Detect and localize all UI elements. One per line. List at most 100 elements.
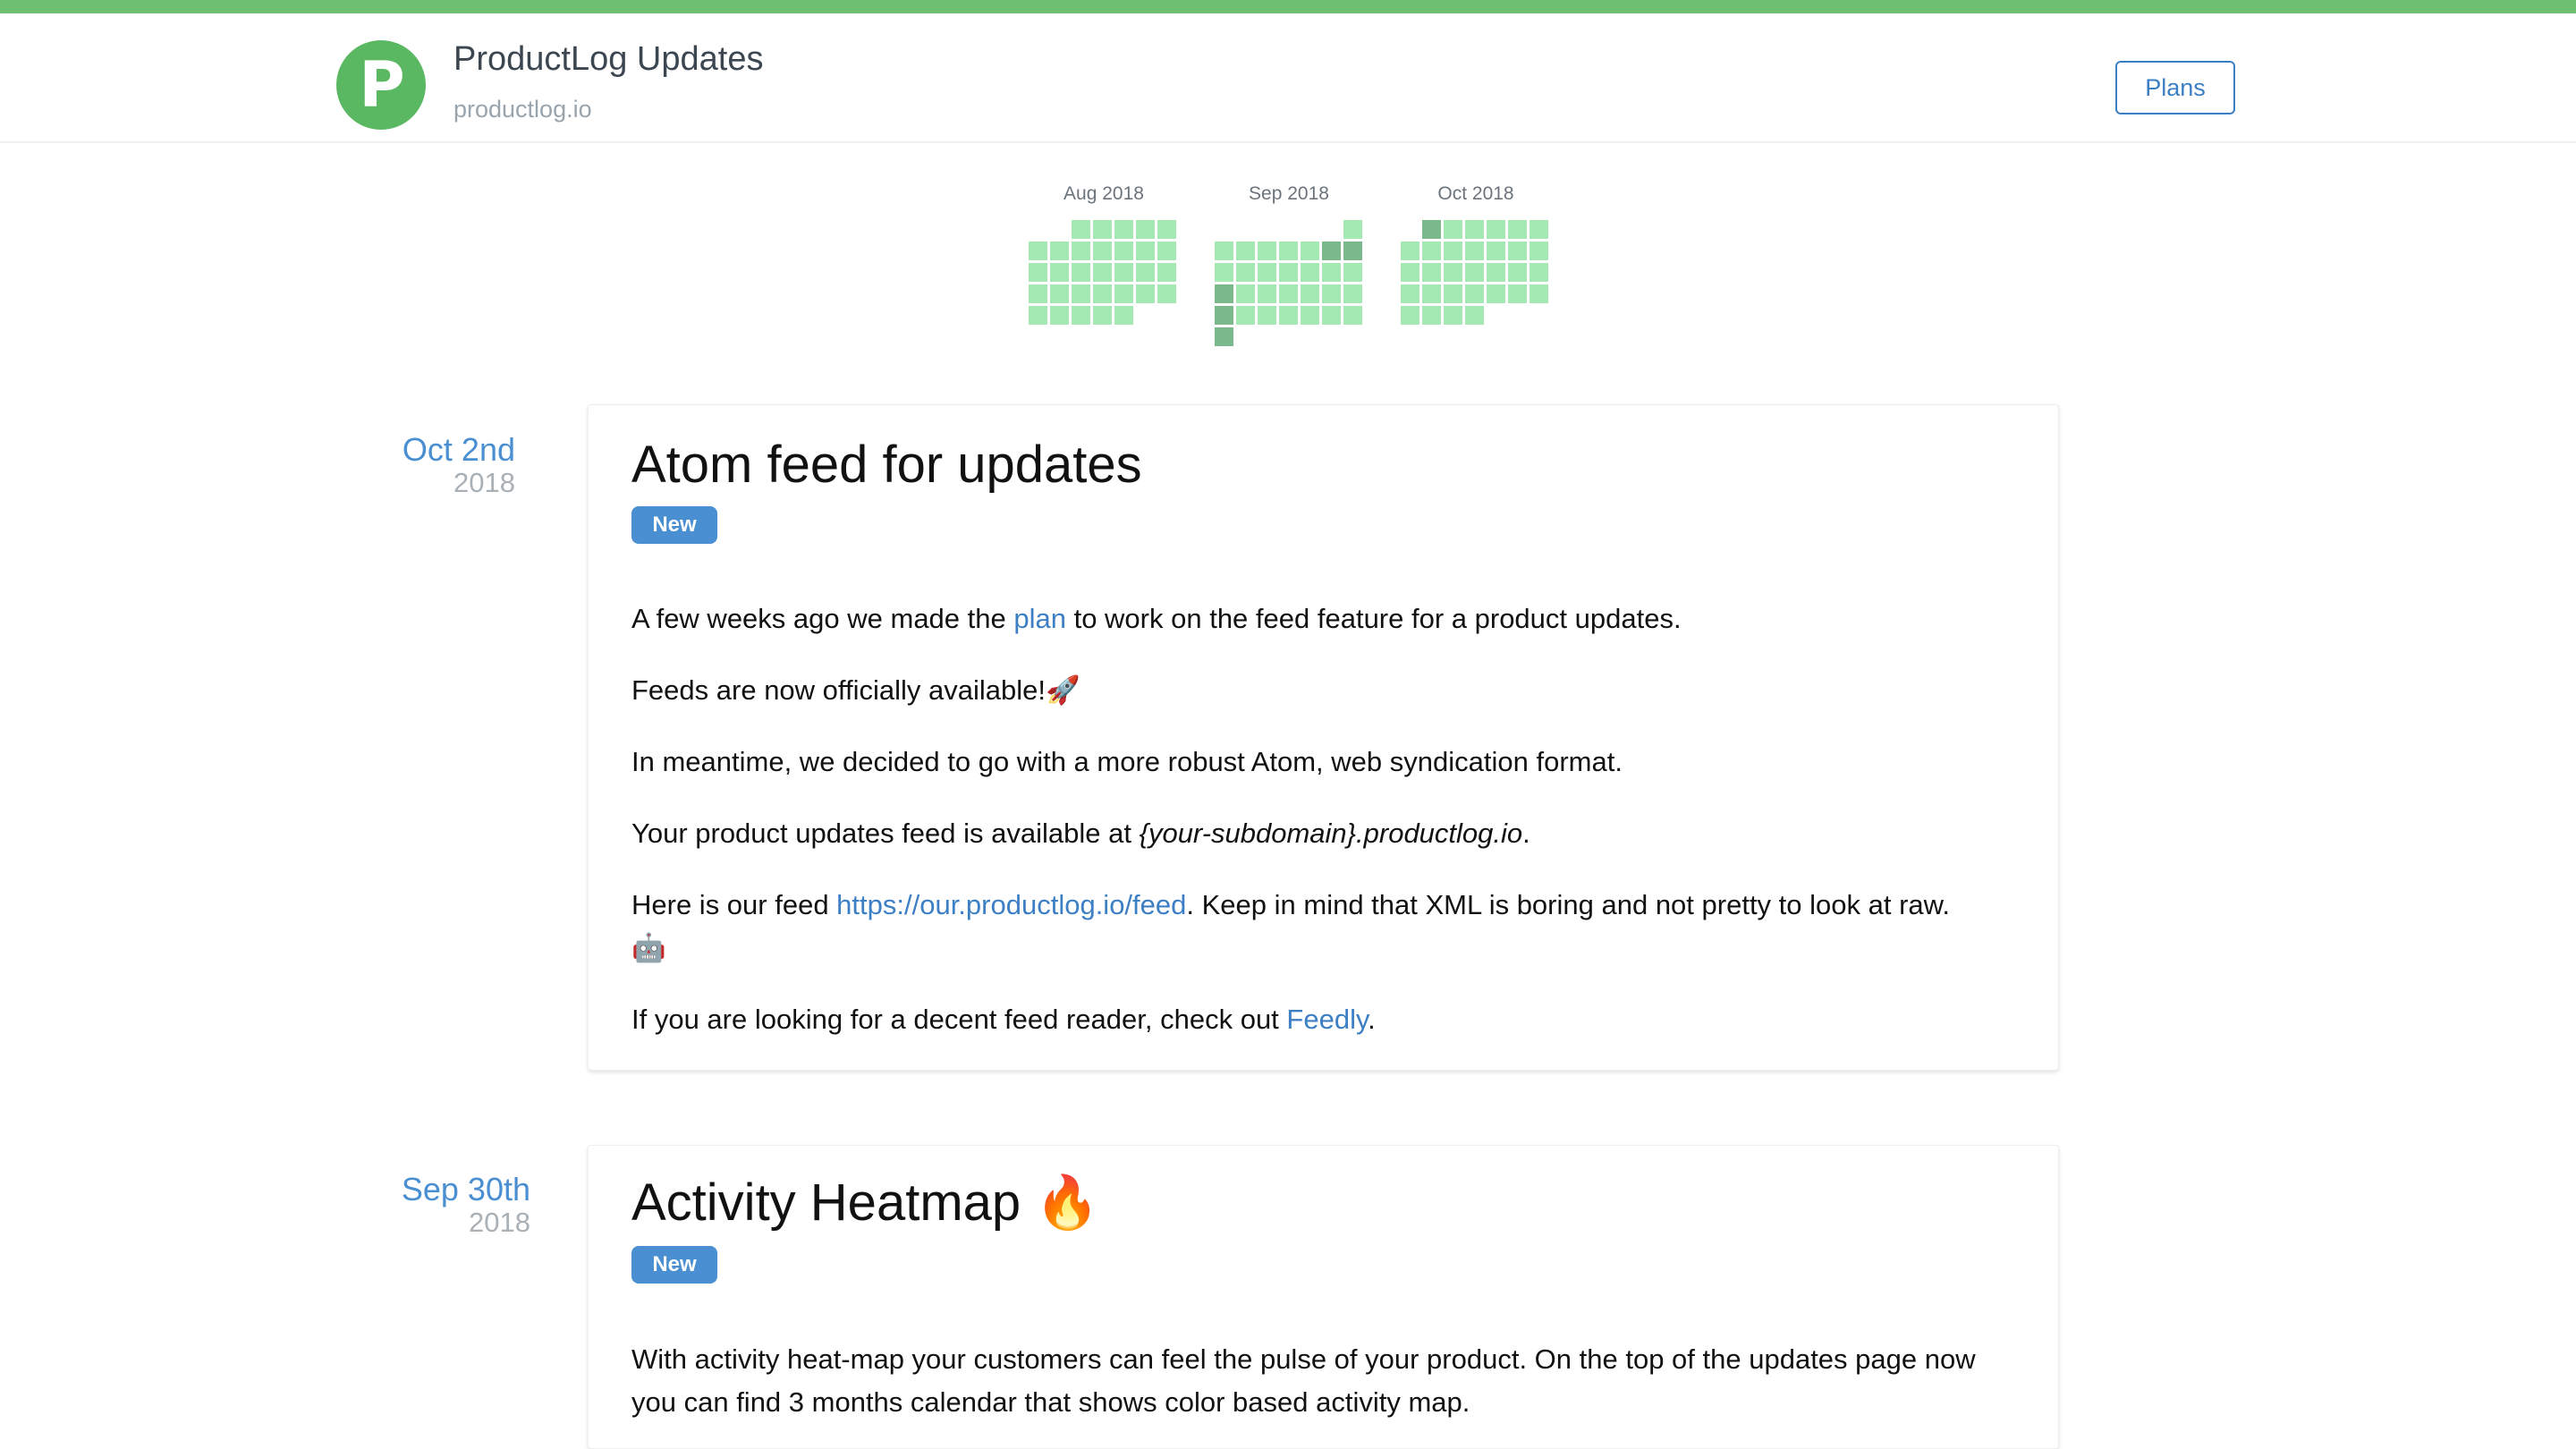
- heatmap-day-cell[interactable]: [1215, 327, 1233, 346]
- heatmap-day-cell[interactable]: [1508, 263, 1527, 282]
- heatmap-day-cell[interactable]: [1444, 284, 1462, 303]
- heatmap-day-cell[interactable]: [1444, 263, 1462, 282]
- heatmap-day-cell[interactable]: [1322, 306, 1341, 325]
- heatmap-day-cell[interactable]: [1072, 242, 1090, 260]
- heatmap-day-cell[interactable]: [1465, 220, 1484, 239]
- heatmap-day-cell[interactable]: [1422, 242, 1441, 260]
- heatmap-day-cell[interactable]: [1258, 242, 1276, 260]
- heatmap-day-cell[interactable]: [1157, 220, 1176, 239]
- heatmap-day-cell[interactable]: [1029, 263, 1047, 282]
- heatmap-day-cell[interactable]: [1258, 284, 1276, 303]
- heatmap-day-cell[interactable]: [1422, 220, 1441, 239]
- heatmap-day-cell[interactable]: [1029, 242, 1047, 260]
- heatmap-day-cell[interactable]: [1236, 284, 1255, 303]
- heatmap-day-cell[interactable]: [1487, 220, 1505, 239]
- heatmap-day-cell[interactable]: [1093, 263, 1112, 282]
- heatmap-day-cell[interactable]: [1343, 306, 1362, 325]
- heatmap-day-cell[interactable]: [1401, 284, 1419, 303]
- heatmap-day-cell[interactable]: [1279, 242, 1298, 260]
- heatmap-day-cell[interactable]: [1072, 263, 1090, 282]
- heatmap-day-cell[interactable]: [1093, 242, 1112, 260]
- heatmap-day-cell[interactable]: [1258, 263, 1276, 282]
- heatmap-day-cell[interactable]: [1093, 284, 1112, 303]
- heatmap-day-cell[interactable]: [1465, 263, 1484, 282]
- heatmap-day-cell[interactable]: [1401, 242, 1419, 260]
- heatmap-day-cell[interactable]: [1236, 242, 1255, 260]
- heatmap-day-cell[interactable]: [1530, 220, 1548, 239]
- heatmap-day-cell[interactable]: [1530, 242, 1548, 260]
- heatmap-day-cell[interactable]: [1301, 242, 1319, 260]
- heatmap-day-cell[interactable]: [1487, 242, 1505, 260]
- heatmap-day-cell[interactable]: [1322, 284, 1341, 303]
- heatmap-day-cell[interactable]: [1422, 306, 1441, 325]
- heatmap-day-cell[interactable]: [1114, 263, 1133, 282]
- heatmap-day-cell[interactable]: [1343, 284, 1362, 303]
- heatmap-day-cell[interactable]: [1215, 242, 1233, 260]
- heatmap-day-cell[interactable]: [1093, 220, 1112, 239]
- heatmap-day-cell[interactable]: [1422, 284, 1441, 303]
- heatmap-day-cell[interactable]: [1465, 306, 1484, 325]
- heatmap-day-cell[interactable]: [1508, 284, 1527, 303]
- heatmap-day-cell[interactable]: [1072, 220, 1090, 239]
- heatmap-day-cell[interactable]: [1136, 284, 1155, 303]
- heatmap-day-cell[interactable]: [1114, 220, 1133, 239]
- heatmap-day-cell[interactable]: [1530, 263, 1548, 282]
- heatmap-day-cell[interactable]: [1401, 263, 1419, 282]
- heatmap-day-cell[interactable]: [1072, 284, 1090, 303]
- heatmap-day-cell[interactable]: [1279, 284, 1298, 303]
- heatmap-day-cell[interactable]: [1530, 284, 1548, 303]
- heatmap-day-cell[interactable]: [1444, 220, 1462, 239]
- post-title[interactable]: Atom feed for updates: [631, 435, 1142, 495]
- heatmap-day-cell[interactable]: [1050, 242, 1069, 260]
- heatmap-day-cell[interactable]: [1465, 284, 1484, 303]
- heatmap-day-cell[interactable]: [1136, 242, 1155, 260]
- heatmap-day-cell[interactable]: [1343, 263, 1362, 282]
- heatmap-day-cell[interactable]: [1157, 263, 1176, 282]
- heatmap-day-cell[interactable]: [1236, 263, 1255, 282]
- heatmap-day-cell[interactable]: [1093, 306, 1112, 325]
- heatmap-day-cell[interactable]: [1215, 306, 1233, 325]
- heatmap-day-cell[interactable]: [1444, 242, 1462, 260]
- heatmap-day-cell[interactable]: [1343, 242, 1362, 260]
- heatmap-day-cell[interactable]: [1050, 284, 1069, 303]
- heatmap-day-cell[interactable]: [1136, 263, 1155, 282]
- heatmap-day-cell[interactable]: [1487, 284, 1505, 303]
- heatmap-day-cell[interactable]: [1114, 242, 1133, 260]
- post-title[interactable]: Activity Heatmap 🔥: [631, 1173, 1100, 1233]
- site-domain[interactable]: productlog.io: [453, 96, 592, 123]
- heatmap-day-cell[interactable]: [1029, 306, 1047, 325]
- heatmap-day-cell[interactable]: [1215, 263, 1233, 282]
- plans-button[interactable]: Plans: [2115, 61, 2235, 114]
- post-date-day[interactable]: Sep 30th: [316, 1172, 530, 1208]
- heatmap-day-cell[interactable]: [1136, 220, 1155, 239]
- heatmap-day-cell[interactable]: [1215, 284, 1233, 303]
- heatmap-day-cell[interactable]: [1401, 306, 1419, 325]
- heatmap-day-cell[interactable]: [1487, 263, 1505, 282]
- productlog-logo[interactable]: P: [336, 40, 426, 130]
- heatmap-day-cell[interactable]: [1279, 306, 1298, 325]
- post-date-day[interactable]: Oct 2nd: [301, 432, 515, 468]
- heatmap-day-cell[interactable]: [1322, 242, 1341, 260]
- heatmap-day-cell[interactable]: [1072, 306, 1090, 325]
- plan-link[interactable]: plan: [1013, 603, 1066, 634]
- heatmap-day-cell[interactable]: [1322, 263, 1341, 282]
- heatmap-day-cell[interactable]: [1508, 220, 1527, 239]
- heatmap-day-cell[interactable]: [1157, 284, 1176, 303]
- heatmap-day-cell[interactable]: [1465, 242, 1484, 260]
- site-title[interactable]: ProductLog Updates: [453, 40, 763, 79]
- feed-link[interactable]: https://our.productlog.io/feed: [836, 889, 1186, 920]
- heatmap-day-cell[interactable]: [1301, 306, 1319, 325]
- heatmap-day-cell[interactable]: [1157, 242, 1176, 260]
- heatmap-day-cell[interactable]: [1050, 306, 1069, 325]
- feedly-link[interactable]: Feedly: [1286, 1004, 1368, 1035]
- heatmap-day-cell[interactable]: [1114, 306, 1133, 325]
- heatmap-day-cell[interactable]: [1050, 263, 1069, 282]
- heatmap-day-cell[interactable]: [1279, 263, 1298, 282]
- heatmap-day-cell[interactable]: [1422, 263, 1441, 282]
- heatmap-day-cell[interactable]: [1508, 242, 1527, 260]
- heatmap-day-cell[interactable]: [1301, 263, 1319, 282]
- heatmap-day-cell[interactable]: [1029, 284, 1047, 303]
- heatmap-day-cell[interactable]: [1444, 306, 1462, 325]
- heatmap-day-cell[interactable]: [1114, 284, 1133, 303]
- heatmap-day-cell[interactable]: [1301, 284, 1319, 303]
